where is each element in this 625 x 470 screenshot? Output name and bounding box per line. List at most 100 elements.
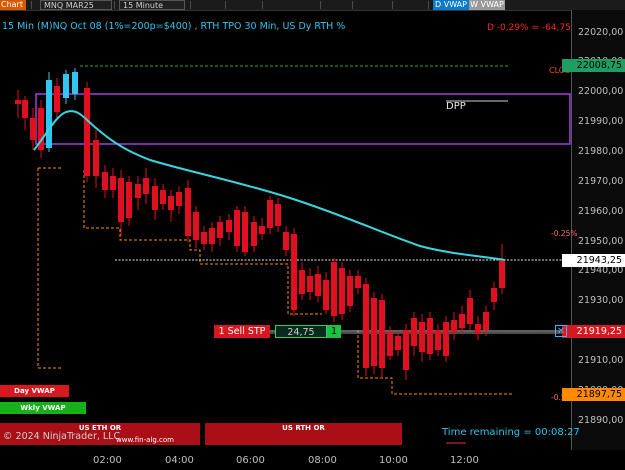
candle-body — [54, 86, 60, 112]
candle-body — [451, 320, 457, 332]
candle-body — [126, 182, 132, 218]
candle-body — [395, 336, 401, 350]
bar-time-remaining: Time remaining = 00:08:27 — [442, 427, 580, 438]
price-tick-label: 21910,00 — [578, 355, 624, 366]
candle-body — [209, 228, 215, 244]
candle-body — [226, 220, 232, 232]
candle-body — [283, 232, 289, 250]
candle-body — [299, 270, 305, 294]
candle-body — [185, 188, 191, 236]
candle-body — [315, 274, 321, 296]
toolbar-divider — [392, 1, 393, 9]
time-tick-label: 02:00 — [93, 455, 122, 466]
candle-body — [371, 298, 377, 366]
candle-body — [46, 80, 52, 148]
price-tick-label: 21980,00 — [578, 146, 624, 157]
candle-body — [201, 232, 207, 244]
time-tick-label: 08:00 — [308, 455, 337, 466]
price-tick-label: 22020,00 — [578, 27, 624, 38]
candle-body — [193, 212, 199, 240]
candle-body — [160, 190, 166, 204]
time-tick-label: 10:00 — [379, 455, 408, 466]
candle-body — [168, 196, 174, 210]
order-quantity-button[interactable]: 1 — [327, 325, 341, 338]
candle-body — [411, 318, 417, 346]
toolbar-divider — [114, 1, 115, 9]
candle-body — [339, 268, 345, 314]
candle-body — [499, 260, 505, 288]
price-axis[interactable] — [571, 10, 625, 450]
candle-body — [491, 288, 497, 302]
time-tick-label: 06:00 — [236, 455, 265, 466]
candle-body — [355, 276, 361, 288]
candle-body — [275, 204, 281, 226]
chart-tab[interactable]: Chart — [0, 0, 26, 10]
sell-stop-order-tag[interactable]: 1 Sell STP — [214, 325, 270, 338]
time-tick-label: 12:00 — [450, 455, 479, 466]
interval-selector[interactable]: 15 Minute — [119, 0, 185, 10]
toolbar-divider — [225, 1, 226, 9]
candle-body — [110, 176, 116, 190]
candle-body — [217, 222, 223, 238]
rth-or-label: US RTH OR — [282, 424, 325, 432]
candle-body — [22, 100, 28, 118]
candle-body — [379, 300, 385, 368]
order-price-offset[interactable]: 24,75 — [275, 325, 327, 338]
candle-body — [331, 262, 337, 316]
candle-body — [118, 178, 124, 222]
toolbar-divider — [31, 1, 32, 9]
candle-body — [435, 330, 441, 350]
timer-underline — [446, 442, 466, 444]
weekly-vwap-label: Wkly VWAP — [0, 402, 86, 414]
dpp-label: DPP — [446, 101, 466, 112]
price-tick-label: 22000,00 — [578, 86, 624, 97]
candle-body — [363, 284, 369, 368]
candle-body — [459, 314, 465, 328]
toolbar-divider — [320, 1, 321, 9]
candle-body — [93, 140, 99, 176]
price-tick-label: 21970,00 — [578, 176, 624, 187]
cancel-order-icon[interactable]: ✕ — [555, 325, 567, 337]
price-tick-label: 21960,00 — [578, 206, 624, 217]
rth-opening-range-bar: US RTH OR — [205, 423, 402, 445]
prior-close-price-label: 22008,75 — [562, 59, 625, 72]
candle-body — [15, 100, 21, 104]
candle-body — [323, 280, 329, 310]
toolbar-divider — [352, 1, 353, 9]
candle-body — [467, 298, 473, 324]
toolbar-divider — [428, 1, 429, 9]
price-tick-label: 21950,00 — [578, 236, 624, 247]
candle-body — [102, 172, 108, 190]
price-chart[interactable] — [0, 10, 571, 450]
price-tick-label: 21990,00 — [578, 116, 624, 127]
candle-body — [152, 186, 158, 210]
candle-body — [251, 222, 257, 246]
candle-body — [347, 276, 353, 306]
candle-body — [30, 118, 36, 140]
weekly-vwap-toggle[interactable]: W VWAP — [469, 0, 505, 10]
candle-body — [84, 88, 90, 176]
candle-body — [63, 74, 69, 98]
percent-level-label: -0.25% — [551, 229, 578, 238]
candle-body — [483, 312, 489, 330]
candle-body — [403, 330, 409, 370]
candle-body — [291, 234, 297, 310]
candle-body — [259, 226, 265, 234]
candle-body — [234, 210, 240, 246]
instrument-selector[interactable]: MNQ MAR25 — [40, 0, 112, 10]
daily-pnl: D -0,29% = -64,75 — [487, 23, 571, 33]
candle-body — [72, 72, 78, 94]
day-vwap-label: Day VWAP — [0, 385, 69, 397]
candle-body — [387, 332, 393, 356]
copyright-text: © 2024 NinjaTrader, LLC — [3, 431, 121, 442]
candle-body — [267, 200, 273, 228]
candle-body — [242, 212, 248, 252]
website-text: www.fin-alg.com — [116, 436, 174, 444]
price-tick-label: 21890,00 — [578, 415, 624, 426]
low-level-price-label: 21897,75 — [562, 388, 625, 401]
opening-range-levels — [37, 167, 512, 395]
candle-body — [419, 322, 425, 352]
day-vwap-toggle[interactable]: D VWAP — [433, 0, 469, 10]
toolbar-divider — [190, 1, 191, 9]
candle-body — [307, 276, 313, 292]
